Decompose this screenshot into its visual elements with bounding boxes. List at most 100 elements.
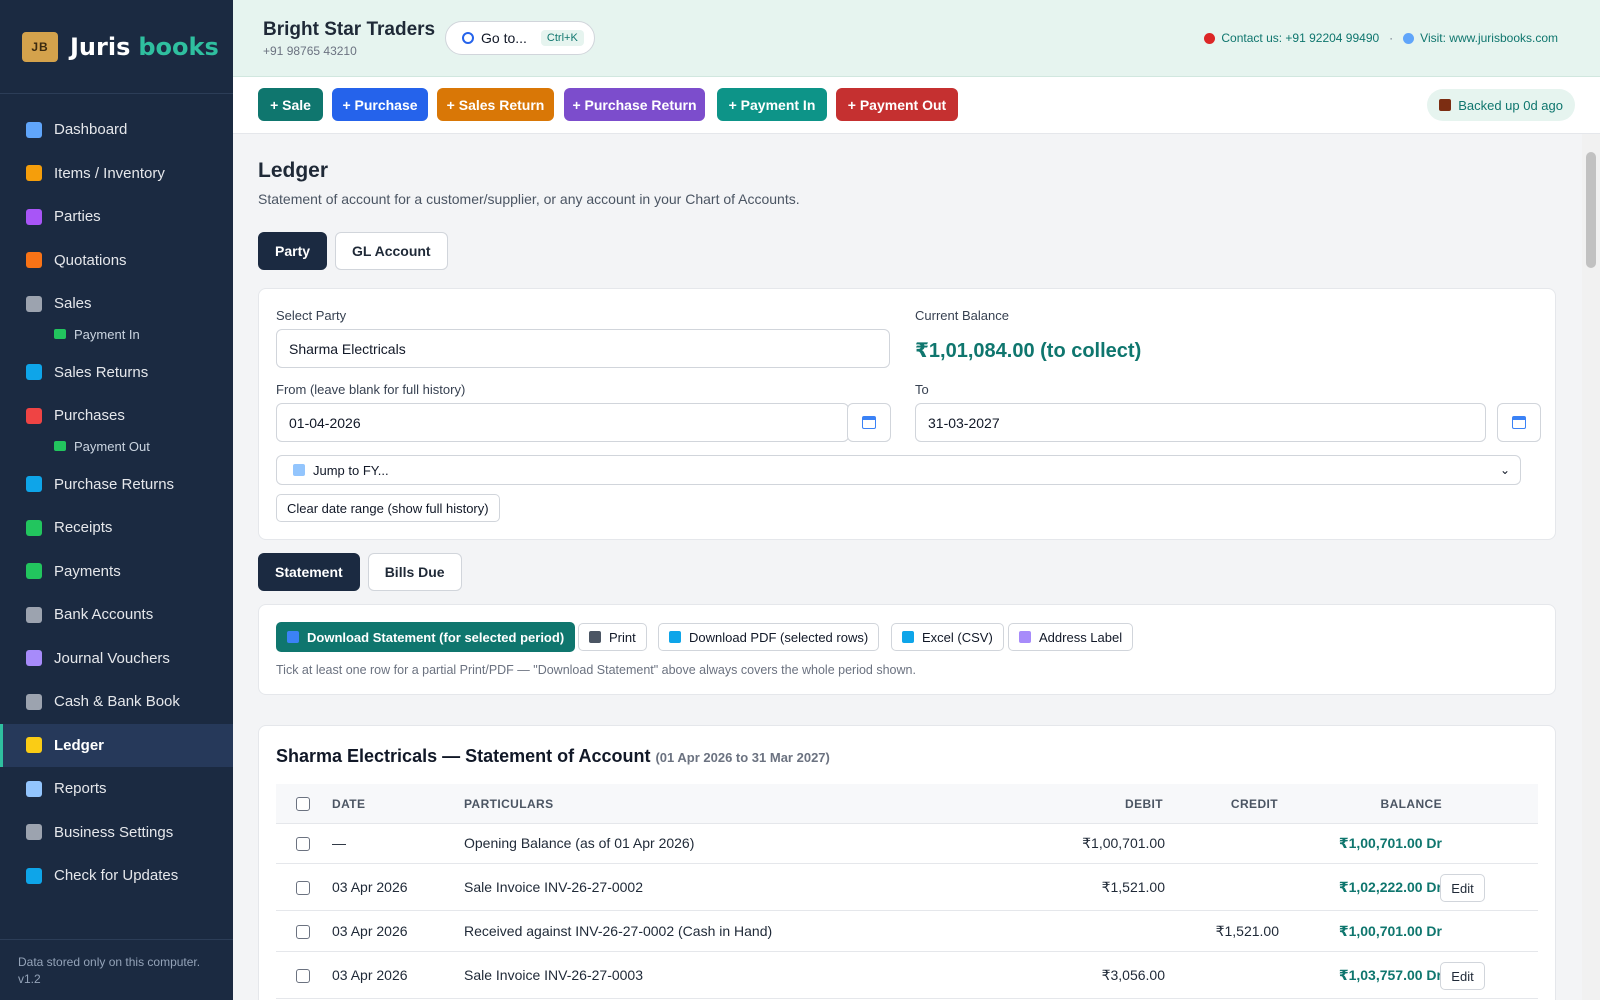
tab-party[interactable]: Party bbox=[258, 232, 328, 270]
new-sales-return-button[interactable]: + Sales Return bbox=[437, 88, 554, 121]
download-pdf-button[interactable]: Download PDF (selected rows) bbox=[658, 623, 880, 651]
printer-icon bbox=[589, 631, 601, 643]
cash-icon bbox=[54, 329, 66, 339]
row-checkbox[interactable] bbox=[296, 837, 310, 851]
new-payment-in-button[interactable]: + Payment In bbox=[717, 88, 827, 121]
business-phone: +91 98765 43210 bbox=[263, 44, 357, 58]
main-scrollbar[interactable] bbox=[1582, 134, 1600, 1000]
sidebar-item-payment-out[interactable]: Payment Out bbox=[0, 432, 233, 461]
row-debit: ₹1,521.00 bbox=[1101, 879, 1165, 895]
return-icon bbox=[26, 364, 42, 381]
download-pdf-label: Download PDF (selected rows) bbox=[689, 629, 869, 645]
goto-search-button[interactable]: Go to... Ctrl+K bbox=[445, 21, 595, 55]
row-date: — bbox=[332, 835, 346, 851]
brand: JB Juris books bbox=[0, 0, 233, 94]
search-icon bbox=[462, 32, 474, 44]
receipt-icon bbox=[26, 295, 42, 312]
tab-statement[interactable]: Statement bbox=[258, 553, 360, 591]
from-date-picker-button[interactable] bbox=[847, 403, 891, 442]
column-header-date: DATE bbox=[332, 797, 366, 811]
download-statement-button[interactable]: Download Statement (for selected period) bbox=[276, 622, 576, 652]
chart-icon bbox=[26, 121, 42, 138]
row-checkbox[interactable] bbox=[296, 925, 310, 939]
sidebar-item-payment-in[interactable]: Payment In bbox=[0, 320, 233, 349]
tab-gl-account[interactable]: GL Account bbox=[335, 232, 448, 270]
excel-csv-button[interactable]: Excel (CSV) bbox=[891, 623, 1004, 651]
sidebar-item-label: Sales Returns bbox=[54, 363, 149, 381]
row-particulars: Received against INV-26-27-0002 (Cash in… bbox=[464, 923, 773, 939]
gear-icon bbox=[26, 824, 42, 841]
website-link[interactable]: Visit: www.jurisbooks.com bbox=[1420, 31, 1558, 45]
new-payment-out-button[interactable]: + Payment Out bbox=[836, 88, 958, 121]
new-purchase-return-button[interactable]: + Purchase Return bbox=[564, 88, 705, 121]
from-date-label: From (leave blank for full history) bbox=[276, 382, 466, 397]
statement-view-tabs: Statement Bills Due bbox=[258, 553, 462, 591]
sidebar-item-receipts[interactable]: Receipts bbox=[0, 506, 233, 550]
sidebar-item-label: Quotations bbox=[54, 251, 127, 269]
floppy-disk-icon bbox=[1439, 99, 1452, 111]
sidebar-item-label: Bank Accounts bbox=[54, 606, 154, 624]
address-label-text: Address Label bbox=[1039, 629, 1123, 645]
sidebar-item-payments[interactable]: Payments bbox=[0, 550, 233, 594]
new-sale-button[interactable]: + Sale bbox=[258, 88, 323, 121]
new-purchase-button[interactable]: + Purchase bbox=[332, 88, 428, 121]
row-balance: ₹1,02,222.00 Dr bbox=[1338, 879, 1442, 895]
bank-icon bbox=[26, 693, 42, 710]
sidebar-item-parties[interactable]: Parties bbox=[0, 195, 233, 239]
sidebar-footer-divider bbox=[0, 939, 233, 940]
sidebar-item-reports[interactable]: Reports bbox=[0, 767, 233, 811]
sidebar-item-check-for-updates[interactable]: Check for Updates bbox=[0, 854, 233, 898]
row-particulars: Opening Balance (as of 01 Apr 2026) bbox=[464, 835, 695, 851]
address-label-button[interactable]: Address Label bbox=[1008, 623, 1134, 651]
sidebar: JB Juris books Dashboard Items / Inventory… bbox=[0, 0, 233, 1000]
statement-title: Sharma Electricals — Statement of Accoun… bbox=[276, 746, 830, 767]
to-date-picker-button[interactable] bbox=[1497, 403, 1541, 442]
fy-jump-select[interactable]: Jump to FY... ⌄ bbox=[276, 455, 1521, 485]
sidebar-item-sales-returns[interactable]: Sales Returns bbox=[0, 351, 233, 395]
return-icon bbox=[26, 476, 42, 493]
table-row: — Opening Balance (as of 01 Apr 2026) ₹1,0… bbox=[276, 824, 1538, 864]
sidebar-item-label: Items / Inventory bbox=[54, 164, 165, 182]
from-date-input[interactable]: 01-04-2026 bbox=[276, 403, 849, 442]
goto-label: Go to... bbox=[481, 30, 527, 46]
contact-link[interactable]: Contact us: +91 92204 99490 bbox=[1221, 31, 1379, 45]
row-date: 03 Apr 2026 bbox=[332, 879, 408, 895]
page-subtitle: Statement of account for a customer/supp… bbox=[258, 191, 800, 207]
refresh-icon bbox=[26, 867, 42, 884]
sidebar-item-bank-accounts[interactable]: Bank Accounts bbox=[0, 593, 233, 637]
select-all-checkbox[interactable] bbox=[296, 797, 310, 811]
row-balance: ₹1,03,757.00 Dr bbox=[1338, 967, 1442, 983]
row-checkbox[interactable] bbox=[296, 881, 310, 895]
to-date-input[interactable]: 31-03-2027 bbox=[915, 403, 1486, 442]
sidebar-item-dashboard[interactable]: Dashboard bbox=[0, 108, 233, 152]
row-date: 03 Apr 2026 bbox=[332, 923, 408, 939]
party-select-input[interactable]: Sharma Electricals bbox=[276, 329, 890, 368]
sidebar-item-cash-bank-book[interactable]: Cash & Bank Book bbox=[0, 680, 233, 724]
export-hint: Tick at least one row for a partial Prin… bbox=[276, 663, 916, 677]
goto-shortcut: Ctrl+K bbox=[540, 30, 584, 46]
storage-note: Data stored only on this computer. bbox=[18, 955, 201, 969]
bank-icon bbox=[26, 606, 42, 623]
sidebar-item-label: Purchases bbox=[54, 407, 125, 425]
to-date-label: To bbox=[915, 382, 929, 397]
people-icon bbox=[26, 208, 42, 225]
notebook-icon bbox=[26, 650, 42, 667]
sidebar-item-items-inventory[interactable]: Items / Inventory bbox=[0, 152, 233, 196]
print-button[interactable]: Print bbox=[578, 623, 647, 651]
scrollbar-thumb[interactable] bbox=[1586, 152, 1596, 268]
sidebar-item-purchase-returns[interactable]: Purchase Returns bbox=[0, 463, 233, 507]
tab-bills-due[interactable]: Bills Due bbox=[367, 553, 462, 591]
row-checkbox[interactable] bbox=[296, 969, 310, 983]
sidebar-item-ledger[interactable]: Ledger bbox=[0, 723, 233, 767]
phone-icon bbox=[1204, 32, 1216, 44]
edit-button[interactable]: Edit bbox=[1440, 962, 1485, 990]
business-name: Bright Star Traders bbox=[263, 19, 436, 40]
sidebar-item-business-settings[interactable]: Business Settings bbox=[0, 811, 233, 855]
sidebar-item-label: Sales bbox=[54, 295, 92, 313]
column-header-particulars: PARTICULARS bbox=[464, 797, 554, 811]
sidebar-item-journal-vouchers[interactable]: Journal Vouchers bbox=[0, 637, 233, 681]
edit-button[interactable]: Edit bbox=[1440, 874, 1485, 902]
sidebar-item-quotations[interactable]: Quotations bbox=[0, 239, 233, 283]
sidebar-item-label: Parties bbox=[54, 208, 101, 226]
clear-date-range-button[interactable]: Clear date range (show full history) bbox=[276, 494, 500, 522]
